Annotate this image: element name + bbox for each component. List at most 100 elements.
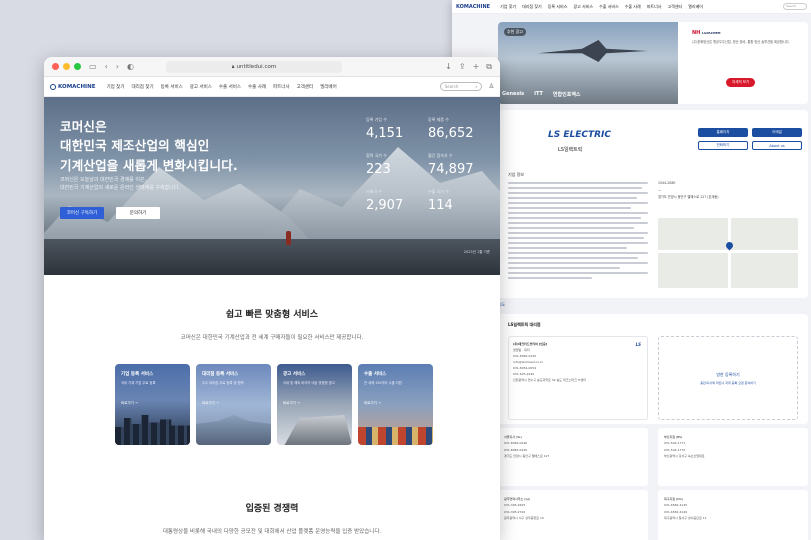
branch-card[interactable]: 대구지점 (DG) 031-6582-4145 031-6582-4140 대구… xyxy=(658,490,808,540)
branch-card[interactable]: 서울지사 (SL) 031-8082-0446 031-8082-0445 경기… xyxy=(498,428,648,486)
subscribe-button[interactable]: 코머신 구독하기 xyxy=(60,207,104,219)
ground-graphic xyxy=(44,239,500,275)
ad-pill: 추천 광고 xyxy=(504,28,526,36)
stat-label: 등록 제품 수 xyxy=(428,117,449,122)
browser-toolbar: ▭ ‹ › ◐ 🔒︎ untitledui.com ↓ ⇪ + ⧉ xyxy=(44,57,500,77)
city-skyline-graphic xyxy=(115,415,190,445)
minimize-window-button[interactable] xyxy=(63,63,70,70)
ad-banner[interactable]: 추천 광고 Genesis ITT 연합인포맥스 NH LGPACHEM (주)… xyxy=(498,22,808,104)
back-nav-item[interactable]: 고객센터 xyxy=(667,4,682,10)
ad-description: (주)한화방산은 항공우주산업, 방산 장비, 통합 방산 솔루션을 제공합니다… xyxy=(692,40,790,44)
download-icon[interactable]: ↓ xyxy=(445,62,452,72)
back-logo[interactable]: KOMACHINE xyxy=(456,4,490,10)
service-link[interactable]: 바로가기 → xyxy=(283,401,300,406)
search-icon: ⌕ xyxy=(475,84,478,89)
company-fax: — xyxy=(658,188,662,193)
forward-arrow-icon[interactable]: › xyxy=(116,62,119,71)
service-title: 수출 서비스 xyxy=(364,372,387,377)
nav-item-export-cases[interactable]: 수출 사례 xyxy=(248,84,266,90)
ad-side: NH LGPACHEM (주)한화방산은 항공우주산업, 방산 장비, 통합 방… xyxy=(684,22,808,104)
company-description xyxy=(508,182,648,282)
tabs-overview-icon[interactable]: ⧉ xyxy=(486,62,492,72)
nav-item-advertising[interactable]: 광고 서비스 xyxy=(190,84,212,90)
company-name: LS일렉트릭 xyxy=(558,147,583,153)
back-nav-item[interactable]: 대리점 찾기 xyxy=(522,4,542,10)
site-search-input[interactable]: Search ⌕ xyxy=(439,82,482,91)
hero-section: 코머신은 대한민국 제조산업의 핵심인 기계산업을 새롭게 변화시킵니다. 코머… xyxy=(44,97,500,275)
back-nav-item[interactable]: 엘리베어 xyxy=(688,4,703,10)
service-link[interactable]: 바로가기 → xyxy=(364,401,381,406)
ad-brand-name: LGPACHEM xyxy=(702,31,721,35)
back-content: 추천 광고 Genesis ITT 연합인포맥스 NH LGPACHEM (주)… xyxy=(452,14,811,540)
ad-cta-button[interactable]: 자세히 보기 xyxy=(726,78,756,87)
homepage-button[interactable]: 홈페이지 xyxy=(698,128,748,137)
branch-line: 부산광역시 강서구 녹산산업대로 xyxy=(664,453,705,458)
partner-title: LS일렉트릭 대리점 xyxy=(508,322,541,327)
browser-actions: ↓ ⇪ + ⧉ xyxy=(445,62,492,72)
new-tab-icon[interactable]: + xyxy=(473,62,480,72)
service-card-dealer[interactable]: 대리점 등록 서비스 우수 대리점 무료 등록 및 협력 바로가기 → xyxy=(196,364,271,445)
service-link[interactable]: 바로가기 → xyxy=(121,401,138,406)
sponsor-logo: Genesis xyxy=(502,91,525,97)
hero-title-line: 대한민국 제조산업의 핵심인 xyxy=(60,138,210,154)
window-controls xyxy=(52,63,81,70)
company-map[interactable] xyxy=(658,218,798,288)
about-button[interactable]: About us xyxy=(752,141,802,150)
back-nav-item[interactable]: 기업 찾기 xyxy=(500,4,516,10)
hero-sub-line: 대한민국 기계산업의 새로운 온라인 생태계를 구축합니다. xyxy=(60,184,180,191)
hiker-figure xyxy=(286,231,291,245)
hero-sub-line: 코머신은 오늘날의 대한민국 경제를 이끈, xyxy=(60,177,147,183)
stat-item: 거래국 수 2,907 xyxy=(366,189,428,213)
nav-item-export-service[interactable]: 수출 서비스 xyxy=(219,84,241,90)
close-window-button[interactable] xyxy=(52,63,59,70)
sidebar-toggle-icon[interactable]: ▭ xyxy=(89,62,97,71)
user-icon[interactable]: ♙ xyxy=(489,83,494,90)
service-card-company[interactable]: 기업 등록 서비스 국내 기계 기업 무료 등록 바로가기 → xyxy=(115,364,190,445)
company-card: LS ELECTRIC LS일렉트릭 홈페이지 이메일 전화하기 About u… xyxy=(498,110,808,298)
privacy-shield-icon[interactable]: ◐ xyxy=(127,62,134,71)
jet-illustration xyxy=(538,40,648,62)
branch-card[interactable]: 광주연락사무소 (GJ) 031-395-2505 031-395-2740 광… xyxy=(498,490,648,540)
ad-sponsors: Genesis ITT 연합인포맥스 xyxy=(502,91,581,98)
back-nav-item[interactable]: 파트너사 xyxy=(647,4,662,10)
sponsor-logo: ITT xyxy=(534,91,543,97)
lock-icon: 🔒︎ xyxy=(231,64,235,70)
address-bar[interactable]: 🔒︎ untitledui.com xyxy=(166,61,342,73)
nav-item-support[interactable]: 고객센터 xyxy=(297,84,314,90)
back-nav-item[interactable]: 수출 서비스 xyxy=(599,4,619,10)
stat-item: 등록 기업 수 4,151 xyxy=(366,117,428,141)
service-desc: 국내 및 해외 바이어 대상 맞춤형 광고 xyxy=(283,381,335,385)
partner-card[interactable]: LS (주)테크리드코리아 [인증] 영업팀 · 대리 031-8082-043… xyxy=(508,336,648,420)
service-link[interactable]: 바로가기 → xyxy=(202,401,219,406)
company-logo: LS ELECTRIC xyxy=(548,130,612,140)
zoom-window-button[interactable] xyxy=(74,63,81,70)
back-nav-item[interactable]: 수출 사례 xyxy=(625,4,641,10)
share-icon[interactable]: ⇪ xyxy=(459,62,466,72)
stat-value: 86,652 xyxy=(428,126,474,141)
nav-item-partners[interactable]: 파트너사 xyxy=(273,84,290,90)
email-button[interactable]: 이메일 xyxy=(752,128,802,137)
stat-item: 협력 국가 수 223 xyxy=(366,153,428,177)
back-arrow-icon[interactable]: ‹ xyxy=(105,62,108,71)
nav-item-dealer-search[interactable]: 대리점 찾기 xyxy=(131,84,153,90)
nav-item-registration[interactable]: 등록 서비스 xyxy=(161,84,183,90)
hero-title-line: 코머신은 xyxy=(60,119,107,134)
stat-item: 수출 국가 수 114 xyxy=(428,189,490,213)
call-button[interactable]: 전화하기 xyxy=(698,141,748,150)
branch-card[interactable]: 부산지점 (BS) 031-544-1771 031-544-1770 부산광역… xyxy=(658,428,808,486)
site-logo[interactable]: KOMACHINE xyxy=(50,83,95,90)
back-search-input[interactable]: Search xyxy=(783,3,807,10)
contact-button[interactable]: 문의하기 xyxy=(116,207,160,219)
competitive-title: 입증된 경쟁력 xyxy=(245,504,299,514)
back-navbar: KOMACHINE 기업 찾기 대리점 찾기 등록 서비스 광고 서비스 수출 … xyxy=(452,0,811,14)
service-card-advertising[interactable]: 광고 서비스 국내 및 해외 바이어 대상 맞춤형 광고 바로가기 → xyxy=(277,364,352,445)
back-nav-item[interactable]: 광고 서비스 xyxy=(573,4,593,10)
add-partner-card[interactable]: 방한 등록하기 총판/지사와 파트너 지위 등록 요청 문의하기 xyxy=(658,336,798,420)
stat-item: 월간 접속자 수 74,897 xyxy=(428,153,490,177)
service-desc: 국내 기계 기업 무료 등록 xyxy=(121,381,156,385)
back-nav-item[interactable]: 등록 서비스 xyxy=(548,4,568,10)
nav-item-company-search[interactable]: 기업 찾기 xyxy=(106,84,124,90)
service-card-export[interactable]: 수출 서비스 전 세계 190개국 수출 지원 바로가기 → xyxy=(358,364,433,445)
stat-value: 4,151 xyxy=(366,126,404,141)
nav-item-extra[interactable]: 엘리베어 xyxy=(320,84,337,90)
